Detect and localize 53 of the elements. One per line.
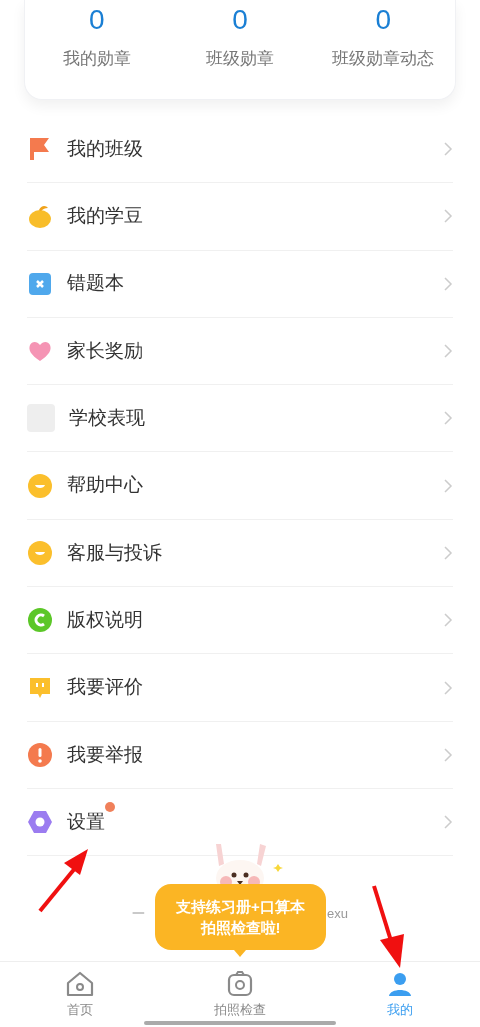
menu-label: 学校表现 [69,407,145,429]
stat-label: 我的勋章 [62,48,131,70]
menu-item[interactable]: 我要举报 [27,721,453,789]
chevron-icon [443,477,453,494]
stat-value: 0 [375,3,392,37]
menu-label: 帮助中心 [67,474,143,496]
menu-label: 错题本 [67,272,124,294]
home-icon [65,969,95,998]
smile-icon [27,539,53,566]
chevron-icon [443,208,453,225]
menu-item[interactable]: 我的学豆 [27,183,453,251]
menu-label: 我要举报 [67,743,143,765]
camera-icon [226,969,254,998]
chevron-icon [443,679,453,696]
menu-item[interactable]: 帮助中心 [27,452,453,520]
alert-icon [27,741,53,768]
menu-item[interactable]: 我的班级 [27,116,453,184]
footer-text: exu [327,904,348,923]
settings-icon [27,809,53,836]
menu-item[interactable]: 家长奖励 [27,317,453,386]
menu-item[interactable]: 学校表现 [27,385,453,453]
chevron-icon [443,275,453,292]
stat-value: 0 [88,3,105,37]
menu-label: 客服与投诉 [67,541,162,563]
menu-label: 我的班级 [67,137,143,159]
menu-item[interactable]: 错题本 [27,250,453,318]
smile-icon [27,472,53,499]
menu-item[interactable]: 版权说明 [27,587,453,655]
tooltip-text: 支持练习册+口算本 [176,897,305,917]
nav-tab[interactable]: 拍照检查 [160,962,320,1027]
arrow-icon [370,884,406,970]
stat-value: 0 [232,3,248,37]
chevron-icon [443,343,453,360]
chevron-icon [443,410,453,427]
tooltip-text: 拍照检查啦! [200,918,281,938]
chevron-icon [443,814,453,831]
bean-icon [27,203,53,230]
cross-icon [27,270,53,297]
menu-label: 版权说明 [67,608,143,630]
menu-label: 设置 [67,810,105,832]
nav-tab[interactable]: 首页 [0,962,160,1027]
menu-label: 家长奖励 [67,339,143,361]
menu-label: 我要评价 [67,676,143,698]
stat-label: 班级勋章动态 [332,48,435,70]
menu-item[interactable]: 我要评价 [27,654,453,722]
chevron-icon [443,612,453,629]
stat-label: 班级勋章 [206,48,274,70]
copyright-icon [27,607,53,634]
menu-label: 我的学豆 [67,205,143,227]
chevron-icon [443,746,453,763]
menu-item[interactable]: 客服与投诉 [27,519,453,588]
chevron-icon [443,544,453,561]
chevron-icon [443,141,453,158]
